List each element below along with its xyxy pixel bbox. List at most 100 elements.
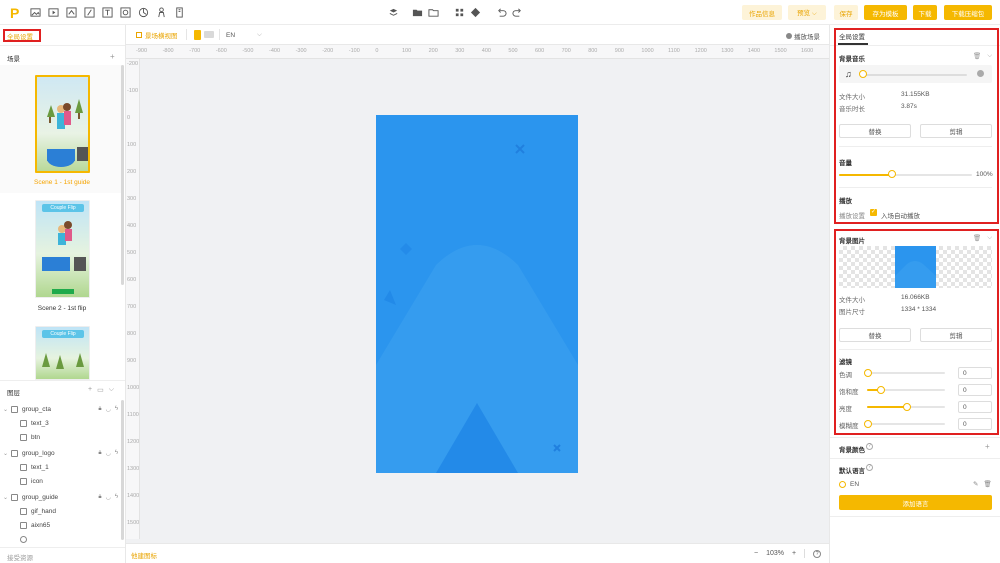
layer-row[interactable]: gif_hand [0,504,124,518]
save-button[interactable]: 保存 [834,5,858,20]
global-settings-link[interactable]: 全局设置 [7,31,33,41]
help-icon[interactable]: ? [866,443,873,450]
help-icon[interactable]: ? [813,549,822,558]
work-info-button[interactable]: 作品信息 [742,5,782,20]
bolt-icon[interactable]: ϟ [115,494,118,501]
eye-icon[interactable]: ◡ [106,406,111,413]
preview-dropdown[interactable]: 预览 ⌵ [788,5,826,20]
zoom-out-button[interactable]: − [754,550,758,557]
add-language-button[interactable]: 添加语言 [839,495,992,510]
icon-library-link[interactable]: 他建图标 [131,550,157,560]
layers-icon[interactable] [66,7,77,18]
music-settings-icon[interactable] [977,70,984,77]
filter-slider-knob[interactable] [903,403,911,411]
zoom-in-button[interactable]: + [792,550,796,557]
device-icon[interactable] [174,7,185,18]
add-layer-icon[interactable]: + [88,386,92,394]
filter-slider-track[interactable] [867,372,945,374]
music-progress-track[interactable] [863,74,967,76]
scene-2-thumbnail[interactable]: Couple Flip [35,200,90,298]
portrait-orientation-button[interactable] [194,30,201,40]
trash-icon[interactable]: 🗑︎ [973,52,981,60]
music-progress-knob[interactable] [859,70,867,78]
scene-3-thumbnail[interactable]: Couple Flip [35,326,90,380]
horizontal-ruler: -900 -800 -700 -600 -500 -400 -300 -200 -100 0 100… [126,45,829,59]
lock-icon[interactable]: 🔒︎ [98,406,101,413]
download-button[interactable]: 下载 [913,5,937,20]
stack-icon[interactable] [388,7,399,18]
chevron-down-icon[interactable]: ⌄ [3,406,8,413]
scenes-scrollbar[interactable] [121,65,124,285]
eye-icon[interactable]: ◡ [106,494,111,501]
gallery-icon[interactable] [120,7,131,18]
filter-value-input[interactable]: 0 [958,401,992,413]
save-template-button[interactable]: 存为模板 [864,5,907,20]
lock-icon[interactable]: 🔒︎ [98,494,101,501]
bolt-icon[interactable]: ϟ [115,450,118,457]
language-select[interactable]: EN ⌵ [226,31,262,39]
layer-row[interactable]: ⌄ group_cta 🔒︎ ◡ ϟ [0,402,124,416]
layer-row[interactable] [0,532,124,546]
chevron-down-icon[interactable]: ⌄ [3,450,8,457]
trash-icon[interactable]: 🗑︎ [973,234,981,242]
filter-slider-knob[interactable] [864,369,872,377]
music-crop-button[interactable]: 剪辑 [920,124,992,138]
chevron-down-icon[interactable]: ⌵ [987,234,992,242]
edit-icon[interactable]: ✎ [973,480,978,488]
add-scene-icon[interactable]: + [110,52,115,61]
layer-row[interactable]: icon [0,474,124,488]
scene-1-thumbnail[interactable] [35,75,90,173]
gesture-icon[interactable] [84,7,95,18]
layer-row[interactable]: ⌄ group_guide 🔒︎ ◡ ϟ [0,490,124,504]
transform-icon[interactable] [138,7,149,18]
chevron-down-icon[interactable]: ⌵ [987,52,992,60]
landscape-view-toggle[interactable]: 景场横视图 [136,30,178,40]
image-icon[interactable] [30,7,41,18]
play-scene-button[interactable]: 播放场景 [786,31,820,41]
filter-value-input[interactable]: 0 [958,367,992,379]
app-logo[interactable]: P [10,5,19,21]
trash-icon[interactable]: 🗑︎ [983,480,991,488]
landscape-orientation-button[interactable] [204,31,214,38]
component-icon[interactable] [470,7,481,18]
text-icon[interactable] [102,7,113,18]
touch-icon[interactable] [156,7,167,18]
chevron-down-icon[interactable]: ⌵ [109,386,114,394]
image-replace-button[interactable]: 替换 [839,328,911,342]
filter-value-input[interactable]: 0 [958,418,992,430]
undo-icon[interactable] [496,7,507,18]
bolt-icon[interactable]: ϟ [115,406,118,413]
image-size-label: 文件大小 [839,297,865,304]
add-folder-icon[interactable]: ▭ [97,386,104,394]
image-crop-button[interactable]: 剪辑 [920,328,992,342]
redo-icon[interactable] [512,7,523,18]
music-replace-button[interactable]: 替换 [839,124,911,138]
filter-slider-knob[interactable] [864,420,872,428]
lock-icon[interactable]: 🔒︎ [98,450,101,457]
artboard[interactable] [376,115,578,473]
music-duration-label: 音乐时长 [839,106,865,113]
eye-icon[interactable]: ◡ [106,450,111,457]
folder-open-icon[interactable] [428,7,439,18]
help-icon[interactable]: ? [866,464,873,471]
lang-radio[interactable] [839,481,846,488]
layers-scrollbar[interactable] [121,400,124,540]
autoplay-checkbox[interactable]: ✓ [870,209,877,216]
image-size-value: 16.066KB [901,294,930,301]
chevron-down-icon[interactable]: ⌄ [3,494,8,501]
add-color-icon[interactable]: + [985,442,990,451]
resource-label[interactable]: 接受资源 [7,552,33,562]
play-icon[interactable] [48,7,59,18]
layer-row[interactable]: aixn65 [0,518,124,532]
bg-image-preview[interactable] [839,246,992,288]
bg-color-title: 背景颜色 [839,447,865,454]
layer-row[interactable]: text_1 [0,460,124,474]
filter-slider-track[interactable] [867,423,945,425]
layer-row[interactable]: ⌄ group_logo 🔒︎ ◡ ϟ [0,446,124,460]
filter-value-input[interactable]: 0 [958,384,992,396]
layer-row[interactable]: text_3 [0,416,124,430]
grid-icon[interactable] [454,7,465,18]
layer-row[interactable]: btn [0,430,124,444]
download-zip-button[interactable]: 下载压缩包 [944,5,992,20]
folder-icon[interactable] [412,7,423,18]
